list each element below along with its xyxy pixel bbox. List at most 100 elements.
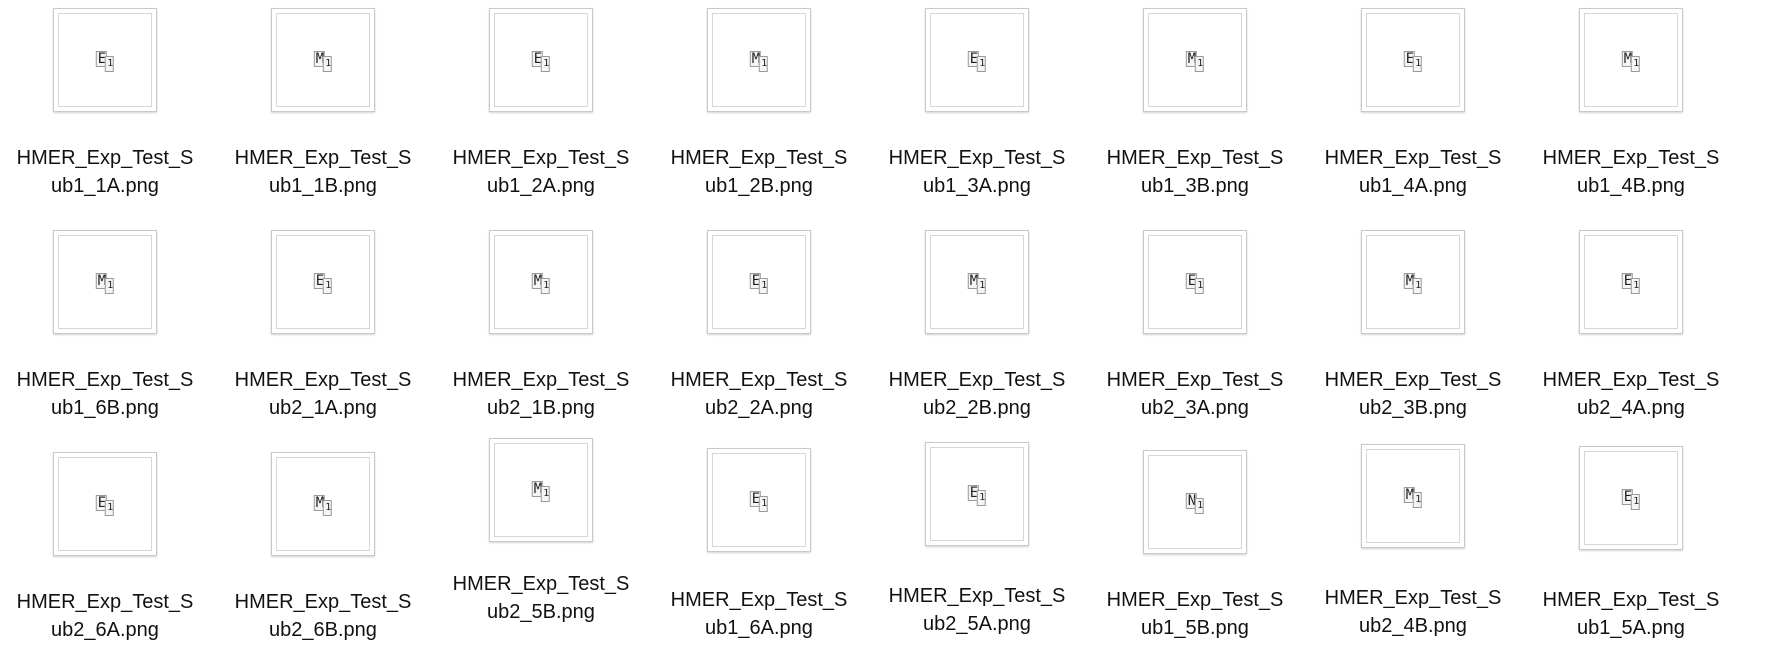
file-name-label[interactable]: HMER_Exp_Test_S ub1_3A.png [879,144,1075,200]
file-name-line-2: ub2_4A.png [1577,397,1685,419]
file-name-line-2: ub1_5A.png [1577,617,1685,639]
glyph-subscript: 1 [541,486,551,502]
thumbnail-preview: M1 [276,457,370,551]
thumbnail-preview: M1 [494,235,588,329]
file-name-label[interactable]: HMER_Exp_Test_S ub2_2B.png [879,366,1075,422]
file-name-line-1: HMER_Exp_Test_S [1324,369,1502,391]
handwritten-expression-image: E1 [1403,51,1423,72]
handwritten-expression-image: E1 [1185,273,1205,294]
file-name-label[interactable]: HMER_Exp_Test_S ub1_3B.png [1097,144,1293,200]
handwritten-expression-image: E1 [749,491,769,512]
file-name-label[interactable]: HMER_Exp_Test_S ub2_5B.png [443,570,639,626]
file-name-line-1: HMER_Exp_Test_S [16,147,194,169]
file-name-label[interactable]: HMER_Exp_Test_S ub2_3B.png [1315,366,1511,422]
file-name-label[interactable]: HMER_Exp_Test_S ub1_1B.png [225,144,421,200]
file-name-label[interactable]: HMER_Exp_Test_S ub1_6A.png [661,586,857,642]
file-thumbnail[interactable]: E1 [925,8,1029,112]
file-name-line-1: HMER_Exp_Test_S [1542,589,1720,611]
file-thumbnail[interactable]: E1 [925,442,1029,546]
file-name-label[interactable]: HMER_Exp_Test_S ub1_2B.png [661,144,857,200]
file-name-label[interactable]: HMER_Exp_Test_S ub2_6A.png [7,588,203,644]
file-thumbnail[interactable]: E1 [1579,446,1683,550]
file-thumbnail[interactable]: E1 [53,8,157,112]
file-name-label[interactable]: HMER_Exp_Test_S ub1_2A.png [443,144,639,200]
file-name-label[interactable]: HMER_Exp_Test_S ub2_5A.png [879,582,1075,638]
file-thumbnail[interactable]: E1 [489,8,593,112]
file-thumbnail[interactable]: E1 [1143,230,1247,334]
file-name-line-2: ub2_2B.png [923,397,1031,419]
file-thumbnail[interactable]: E1 [53,452,157,556]
thumbnail-preview: E1 [930,13,1024,107]
file-name-line-1: HMER_Exp_Test_S [1106,589,1284,611]
file-thumbnail[interactable]: M1 [1361,444,1465,548]
file-thumbnail[interactable]: M1 [925,230,1029,334]
file-name-label[interactable]: HMER_Exp_Test_S ub2_3A.png [1097,366,1293,422]
file-thumbnail[interactable]: E1 [1579,230,1683,334]
file-name-line-2: ub1_6B.png [51,397,159,419]
glyph-subscript: 1 [105,278,115,294]
file-name-label[interactable]: HMER_Exp_Test_S ub1_5B.png [1097,586,1293,642]
file-thumbnail[interactable]: M1 [1143,8,1247,112]
thumbnail-preview: E1 [494,13,588,107]
file-name-line-2: ub2_5A.png [923,613,1031,635]
file-name-line-1: HMER_Exp_Test_S [670,369,848,391]
file-thumbnail[interactable]: E1 [271,230,375,334]
file-name-line-1: HMER_Exp_Test_S [670,147,848,169]
glyph-subscript: 1 [1195,278,1205,294]
file-thumbnail[interactable]: E1 [707,230,811,334]
file-name-line-1: HMER_Exp_Test_S [888,147,1066,169]
file-name-line-1: HMER_Exp_Test_S [1542,369,1720,391]
file-name-line-2: ub2_6A.png [51,619,159,641]
thumbnail-preview: E1 [1366,13,1460,107]
file-thumbnail[interactable]: M1 [271,452,375,556]
file-name-label[interactable]: HMER_Exp_Test_S ub2_1B.png [443,366,639,422]
file-name-line-1: HMER_Exp_Test_S [1324,587,1502,609]
file-thumbnail[interactable]: M1 [271,8,375,112]
glyph-subscript: 1 [759,56,769,72]
glyph-subscript: 1 [1413,278,1423,294]
file-thumbnail[interactable]: N1 [1143,450,1247,554]
thumbnail-preview: M1 [1366,449,1460,543]
file-thumbnail[interactable]: E1 [707,448,811,552]
file-name-line-1: HMER_Exp_Test_S [1542,147,1720,169]
glyph-subscript: 1 [105,56,115,72]
glyph-subscript: 1 [977,490,987,506]
file-name-label[interactable]: HMER_Exp_Test_S ub2_6B.png [225,588,421,644]
file-name-label[interactable]: HMER_Exp_Test_S ub1_5A.png [1533,586,1729,642]
file-name-line-2: ub1_3A.png [923,175,1031,197]
file-name-label[interactable]: HMER_Exp_Test_S ub2_4A.png [1533,366,1729,422]
file-name-label[interactable]: HMER_Exp_Test_S ub1_4B.png [1533,144,1729,200]
file-thumbnail[interactable]: M1 [1361,230,1465,334]
file-name-label[interactable]: HMER_Exp_Test_S ub1_4A.png [1315,144,1511,200]
file-thumbnail[interactable]: M1 [707,8,811,112]
glyph-subscript: 1 [1195,498,1205,514]
file-name-line-1: HMER_Exp_Test_S [888,369,1066,391]
thumbnail-preview: M1 [1148,13,1242,107]
file-name-line-1: HMER_Exp_Test_S [452,369,630,391]
file-name-line-1: HMER_Exp_Test_S [452,573,630,595]
file-name-line-1: HMER_Exp_Test_S [234,147,412,169]
glyph-subscript: 1 [323,56,333,72]
handwritten-expression-image: N1 [1185,493,1205,514]
thumbnail-preview: E1 [58,457,152,551]
handwritten-expression-image: E1 [95,51,115,72]
file-name-line-2: ub1_2B.png [705,175,813,197]
file-name-label[interactable]: HMER_Exp_Test_S ub1_6B.png [7,366,203,422]
file-thumbnail[interactable]: M1 [489,230,593,334]
file-name-label[interactable]: HMER_Exp_Test_S ub1_1A.png [7,144,203,200]
glyph-subscript: 1 [1413,56,1423,72]
file-name-label[interactable]: HMER_Exp_Test_S ub2_2A.png [661,366,857,422]
handwritten-expression-image: M1 [749,51,769,72]
file-name-line-2: ub1_2A.png [487,175,595,197]
file-thumbnail[interactable]: E1 [1361,8,1465,112]
file-name-label[interactable]: HMER_Exp_Test_S ub2_1A.png [225,366,421,422]
file-thumbnail[interactable]: M1 [489,438,593,542]
file-name-label[interactable]: HMER_Exp_Test_S ub2_4B.png [1315,584,1511,640]
file-thumbnail[interactable]: M1 [53,230,157,334]
thumbnail-preview: E1 [58,13,152,107]
file-thumbnail[interactable]: M1 [1579,8,1683,112]
thumbnail-preview: M1 [58,235,152,329]
glyph-subscript: 1 [323,500,333,516]
file-name-line-1: HMER_Exp_Test_S [888,585,1066,607]
handwritten-expression-image: M1 [313,495,333,516]
